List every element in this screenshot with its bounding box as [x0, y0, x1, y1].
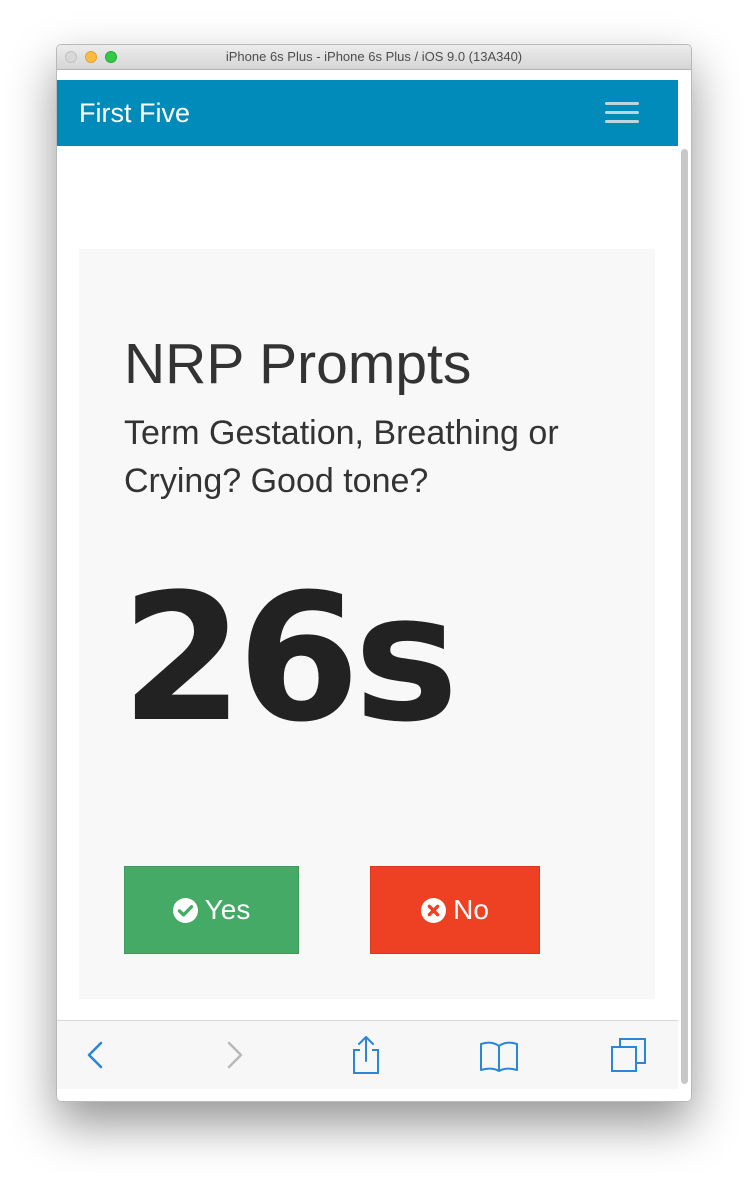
no-button-label: No [453, 894, 489, 925]
card-title: NRP Prompts [124, 332, 472, 396]
times-circle-icon [421, 897, 447, 923]
simulator-window: iPhone 6s Plus - iPhone 6s Plus / iOS 9.… [56, 44, 692, 1102]
bookmarks-icon[interactable] [479, 1035, 519, 1075]
page-scrollbar[interactable] [681, 149, 688, 1084]
navbar-brand[interactable]: First Five [79, 98, 190, 129]
card-subtitle: Term Gestation, Breathing or Crying? Goo… [124, 414, 559, 500]
share-icon[interactable] [346, 1035, 386, 1075]
hamburger-menu-icon[interactable] [605, 102, 639, 124]
timer-display: 26s [121, 556, 459, 761]
forward-arrow-icon[interactable] [215, 1035, 255, 1075]
yes-button-label: Yes [204, 894, 251, 925]
back-arrow-icon[interactable] [77, 1035, 117, 1075]
window-title: iPhone 6s Plus - iPhone 6s Plus / iOS 9.… [225, 49, 523, 64]
check-circle-icon [172, 897, 198, 923]
tabs-icon[interactable] [609, 1035, 649, 1075]
prompt-card: NRP Prompts Term Gestation, Breathing or… [79, 249, 655, 999]
safari-toolbar [57, 1020, 678, 1089]
no-button[interactable]: No [370, 866, 540, 954]
app-navbar: First Five [57, 80, 678, 146]
window-titlebar: iPhone 6s Plus - iPhone 6s Plus / iOS 9.… [57, 45, 691, 70]
yes-button[interactable]: Yes [124, 866, 299, 954]
